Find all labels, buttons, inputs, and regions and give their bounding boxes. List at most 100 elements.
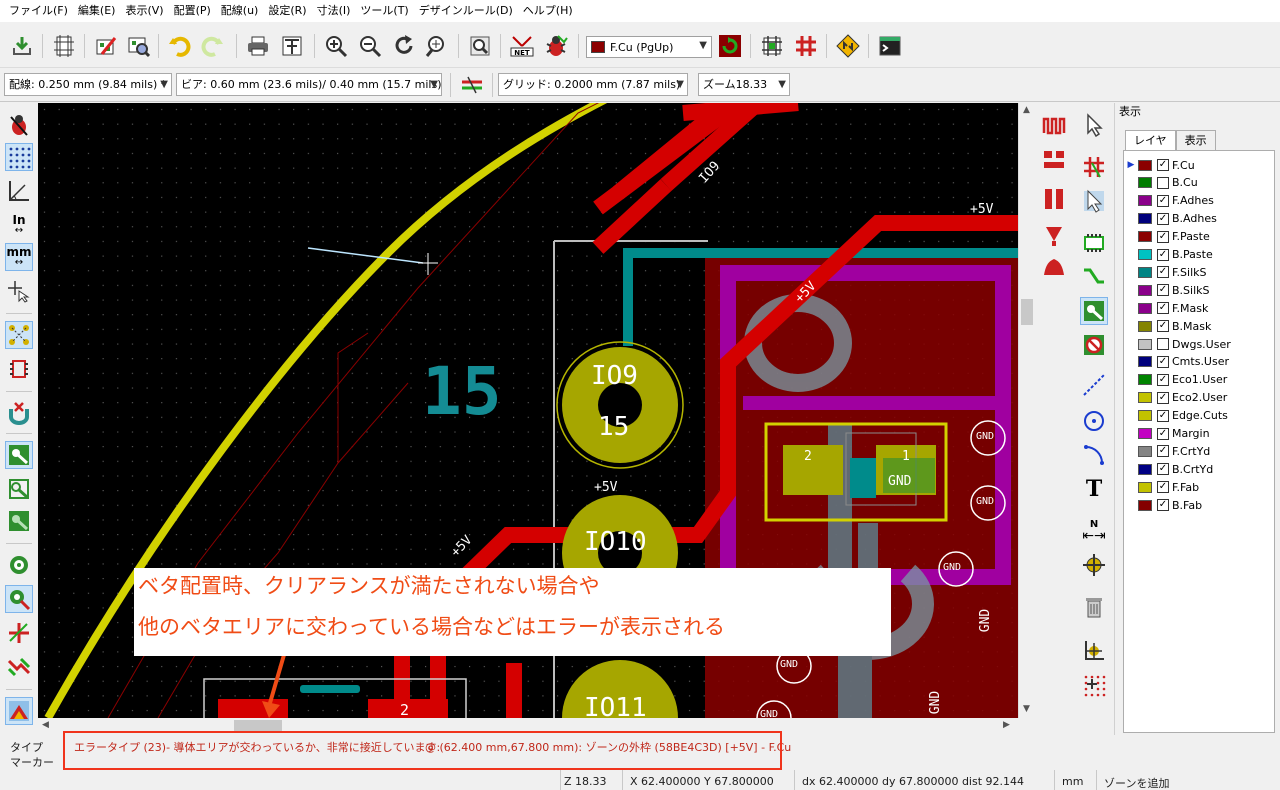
add-stub-arc-icon[interactable] xyxy=(1040,221,1068,249)
add-stub-icon[interactable] xyxy=(1040,185,1068,213)
layer-visibility-checkbox[interactable] xyxy=(1157,338,1169,350)
layer-row[interactable]: ✓ F.Adhes xyxy=(1124,192,1274,210)
layer-row[interactable]: ✓ B.Adhes xyxy=(1124,210,1274,228)
zoom-out-icon[interactable] xyxy=(356,32,384,60)
layer-visibility-checkbox[interactable]: ✓ xyxy=(1157,481,1169,494)
polar-coords-icon[interactable] xyxy=(5,177,33,205)
layer-color-swatch[interactable] xyxy=(1138,428,1152,439)
layer-color-swatch[interactable] xyxy=(1138,410,1152,422)
library-browser-icon[interactable] xyxy=(124,32,152,60)
layer-row[interactable]: ✓ Margin xyxy=(1124,425,1274,443)
menu-tools[interactable]: ツール(T) xyxy=(355,0,413,22)
menu-edit[interactable]: 編集(E) xyxy=(73,0,121,22)
layer-row[interactable]: ✓ Edge.Cuts xyxy=(1124,407,1274,425)
auto-delete-track-icon[interactable] xyxy=(5,399,33,427)
units-inch-button[interactable]: In ↔ xyxy=(5,211,33,239)
layer-visibility-checkbox[interactable]: ✓ xyxy=(1157,194,1169,207)
layer-visibility-checkbox[interactable]: ✓ xyxy=(1157,266,1169,279)
layer-row[interactable]: ✓ B.Mask xyxy=(1124,317,1274,335)
module-ratsnest-icon[interactable] xyxy=(5,355,33,383)
pad-sketch-icon[interactable] xyxy=(5,551,33,579)
layer-pair-icon[interactable] xyxy=(716,32,744,60)
microwave-icon[interactable] xyxy=(834,32,862,60)
layer-color-swatch[interactable] xyxy=(1138,356,1152,368)
menu-help[interactable]: ヘルプ(H) xyxy=(518,0,578,22)
add-zone-icon[interactable] xyxy=(1080,297,1108,325)
add-circle-icon[interactable] xyxy=(1080,407,1108,435)
layer-visibility-checkbox[interactable]: ✓ xyxy=(1157,320,1169,333)
delete-trash-icon[interactable] xyxy=(1080,593,1108,621)
layer-visibility-checkbox[interactable]: ✓ xyxy=(1157,445,1169,458)
layer-row[interactable]: ✓ F.Fab xyxy=(1124,478,1274,496)
layer-color-swatch[interactable] xyxy=(1138,284,1152,296)
layer-row[interactable]: ✓ B.Paste xyxy=(1124,246,1274,264)
layer-row[interactable]: ✓ F.Mask xyxy=(1124,299,1274,317)
layer-color-swatch[interactable] xyxy=(1138,195,1152,207)
layer-visibility-checkbox[interactable]: ✓ xyxy=(1157,212,1169,225)
menu-view[interactable]: 表示(V) xyxy=(120,0,168,22)
add-dimension-icon[interactable]: N ⇤⇥ xyxy=(1080,517,1108,545)
layer-row[interactable]: ✓ Eco2.User xyxy=(1124,389,1274,407)
add-gap-icon[interactable] xyxy=(1040,145,1068,173)
plot-icon[interactable] xyxy=(278,32,306,60)
layer-row[interactable]: ✓ B.CrtYd xyxy=(1124,460,1274,478)
add-graphic-line-icon[interactable] xyxy=(1080,371,1108,399)
scroll-right-icon[interactable]: ▶ xyxy=(1003,720,1010,730)
drc-off-icon[interactable] xyxy=(5,111,33,139)
scroll-thumb[interactable] xyxy=(1021,299,1033,325)
layer-visibility-checkbox[interactable]: ✓ xyxy=(1157,463,1169,476)
layer-row[interactable]: Dwgs.User xyxy=(1124,335,1274,353)
scroll-down-icon[interactable]: ▼ xyxy=(1023,704,1030,714)
layer-select[interactable]: F.Cu (PgUp) ▼ xyxy=(586,36,712,58)
cursor-shape-icon[interactable] xyxy=(5,277,33,305)
menu-design-rules[interactable]: デザインルール(D) xyxy=(414,0,518,22)
layer-color-swatch[interactable] xyxy=(1138,392,1152,404)
menu-route[interactable]: 配線(u) xyxy=(216,0,264,22)
layer-visibility-checkbox[interactable]: ✓ xyxy=(1157,373,1169,386)
layer-visibility-checkbox[interactable]: ✓ xyxy=(1157,355,1169,368)
layer-visibility-checkbox[interactable]: ✓ xyxy=(1157,409,1169,422)
layer-visibility-checkbox[interactable]: ✓ xyxy=(1157,159,1169,171)
layer-color-swatch[interactable] xyxy=(1138,481,1152,493)
via-size-select[interactable]: ビア: 0.60 mm (23.6 mils)/ 0.40 mm (15.7 m… xyxy=(176,73,442,96)
layer-color-swatch[interactable] xyxy=(1138,231,1152,243)
select-arrow-icon[interactable] xyxy=(1080,111,1108,139)
layer-row[interactable]: ✓ Cmts.User xyxy=(1124,353,1274,371)
layer-row[interactable]: ✓ Eco1.User xyxy=(1124,371,1274,389)
scroll-left-icon[interactable]: ◀ xyxy=(42,720,49,730)
layer-row[interactable]: B.Cu xyxy=(1124,174,1274,192)
high-contrast-icon[interactable] xyxy=(5,653,33,681)
layer-color-swatch[interactable] xyxy=(1138,177,1152,189)
add-text-icon[interactable]: T xyxy=(1080,475,1108,503)
grid-toggle-icon[interactable] xyxy=(5,143,33,171)
layer-visibility-checkbox[interactable]: ✓ xyxy=(1157,427,1169,440)
layer-visibility-checkbox[interactable]: ✓ xyxy=(1157,230,1169,243)
layer-color-swatch[interactable] xyxy=(1138,213,1152,225)
scroll-up-icon[interactable]: ▲ xyxy=(1023,105,1030,115)
layer-row[interactable]: ✓ B.SilkS xyxy=(1124,281,1274,299)
add-arc-icon[interactable] xyxy=(1080,441,1108,469)
add-polygon-shape-icon[interactable] xyxy=(1040,253,1068,281)
find-icon[interactable] xyxy=(466,32,494,60)
set-drill-origin-icon[interactable] xyxy=(1080,637,1108,665)
print-icon[interactable] xyxy=(244,32,272,60)
layer-visibility-checkbox[interactable]: ✓ xyxy=(1157,248,1169,261)
microwave-toolbar-icon[interactable] xyxy=(5,697,33,725)
layer-color-swatch[interactable] xyxy=(1138,320,1152,332)
menu-preferences[interactable]: 設定(R) xyxy=(263,0,311,22)
layer-color-swatch[interactable] xyxy=(1138,463,1152,475)
auto-track-width-icon[interactable] xyxy=(458,71,486,99)
zone-sketch-display-icon[interactable] xyxy=(5,507,33,535)
set-grid-origin-icon[interactable] xyxy=(1080,671,1108,699)
layer-row[interactable]: ✓ F.SilkS xyxy=(1124,263,1274,281)
autoroute-icon[interactable] xyxy=(792,32,820,60)
zone-fill-display-icon[interactable] xyxy=(5,441,33,469)
layer-color-swatch[interactable] xyxy=(1138,338,1152,350)
zone-outline-display-icon[interactable] xyxy=(5,475,33,503)
layer-visibility-checkbox[interactable] xyxy=(1157,176,1169,189)
add-target-icon[interactable] xyxy=(1080,551,1108,579)
layer-color-swatch[interactable] xyxy=(1138,302,1152,314)
scripting-console-icon[interactable] xyxy=(876,32,904,60)
layer-color-swatch[interactable] xyxy=(1138,499,1152,511)
units-mm-button[interactable]: mm ↔ xyxy=(5,243,33,271)
